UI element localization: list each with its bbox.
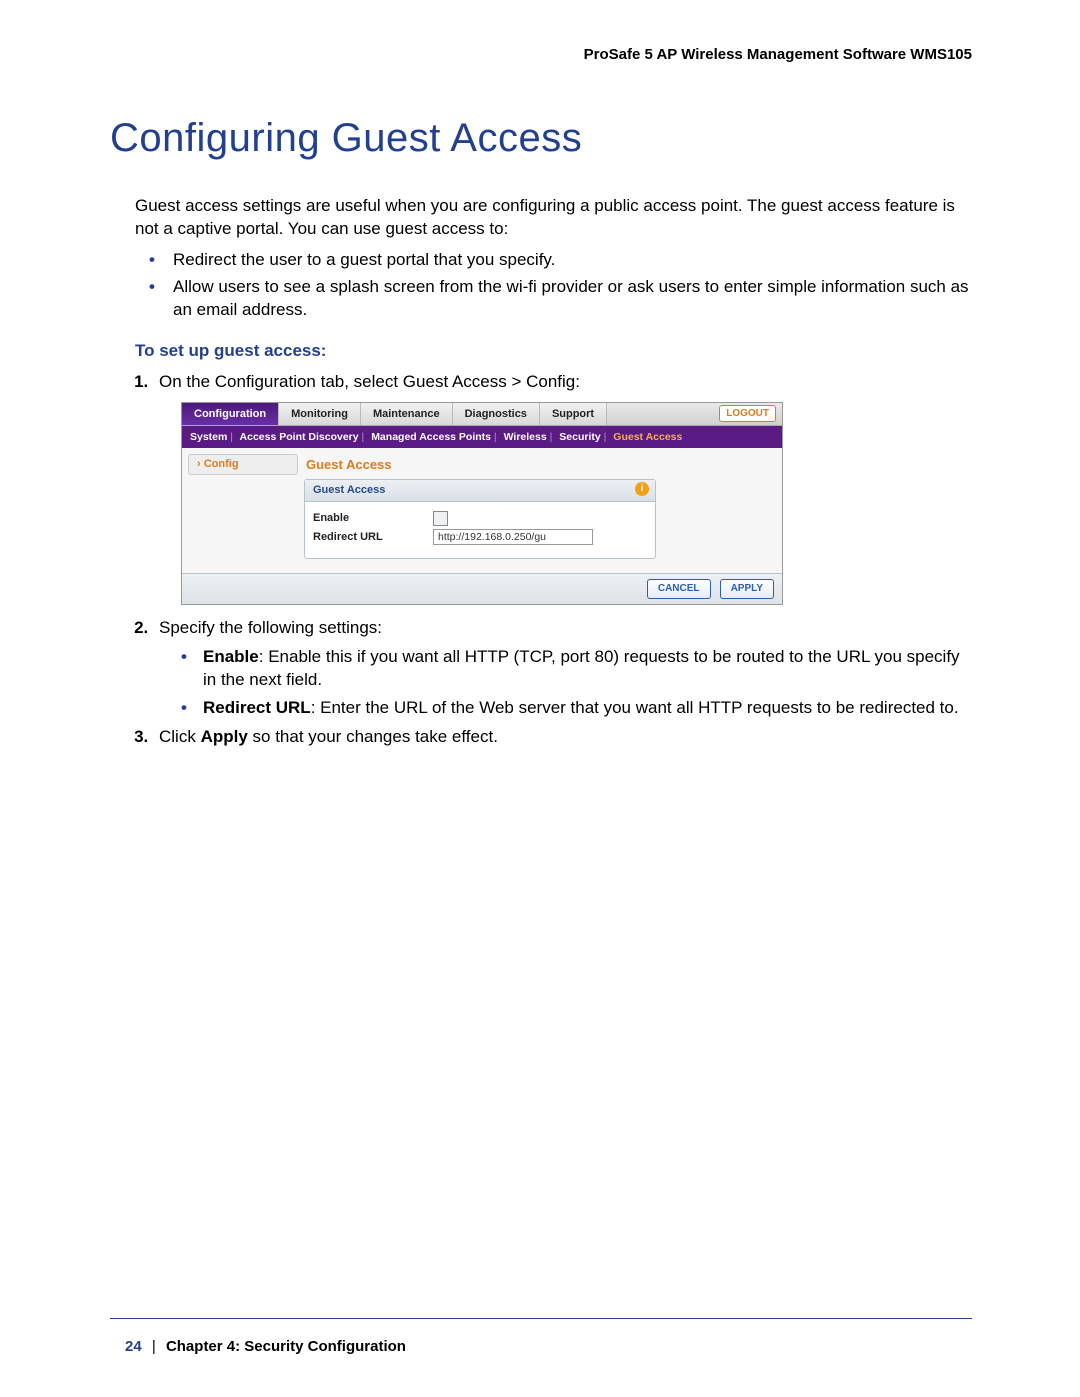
redirect-url-input[interactable]	[433, 529, 593, 545]
embedded-screenshot: Configuration Monitoring Maintenance Dia…	[181, 402, 783, 605]
apply-button[interactable]: APPLY	[720, 579, 774, 599]
enable-desc: : Enable this if you want all HTTP (TCP,…	[203, 647, 960, 689]
field-label-redirect: Redirect URL	[313, 530, 433, 545]
subtab-security[interactable]: Security	[559, 431, 606, 443]
step-3-pre: Click	[159, 727, 201, 746]
chapter-label: Chapter 4: Security Configuration	[166, 1338, 406, 1355]
top-tab-bar: Configuration Monitoring Maintenance Dia…	[182, 403, 782, 426]
step-2-sublist: Enable: Enable this if you want all HTTP…	[177, 646, 973, 721]
tab-maintenance[interactable]: Maintenance	[361, 403, 453, 425]
info-icon[interactable]: i	[635, 482, 649, 496]
box-body: Enable Redirect URL	[305, 502, 655, 558]
step-1: On the Configuration tab, select Guest A…	[153, 371, 973, 605]
subtab-ap-discovery[interactable]: Access Point Discovery	[240, 431, 365, 443]
step-1-text: On the Configuration tab, select Guest A…	[159, 372, 580, 391]
step-3-apply: Apply	[201, 727, 248, 746]
page-footer: 24 | Chapter 4: Security Configuration	[125, 1338, 406, 1355]
procedure-subhead: To set up guest access:	[135, 340, 973, 363]
footer-rule	[110, 1318, 972, 1319]
logout-button[interactable]: LOGOUT	[719, 405, 776, 423]
step-2-item-url: Redirect URL: Enter the URL of the Web s…	[197, 697, 973, 720]
step-3: Click Apply so that your changes take ef…	[153, 726, 973, 749]
intro-paragraph: Guest access settings are useful when yo…	[135, 195, 973, 241]
tab-monitoring[interactable]: Monitoring	[279, 403, 361, 425]
url-desc: : Enter the URL of the Web server that y…	[311, 698, 959, 717]
field-row-enable: Enable	[313, 511, 647, 526]
procedure-steps: On the Configuration tab, select Guest A…	[135, 371, 973, 750]
intro-bullet-list: Redirect the user to a guest portal that…	[135, 249, 973, 322]
step-2: Specify the following settings: Enable: …	[153, 617, 973, 721]
page-number: 24	[125, 1338, 142, 1355]
panel-title: Guest Access	[306, 456, 772, 474]
footer-separator: |	[152, 1338, 156, 1355]
box-header-label: Guest Access	[313, 484, 385, 496]
field-row-redirect: Redirect URL	[313, 529, 647, 545]
enable-checkbox[interactable]	[433, 511, 448, 526]
tab-diagnostics[interactable]: Diagnostics	[453, 403, 540, 425]
subtab-wireless[interactable]: Wireless	[504, 431, 553, 443]
subtab-managed-aps[interactable]: Managed Access Points	[371, 431, 496, 443]
sidebar-item-config[interactable]: Config	[188, 454, 298, 475]
subtab-guest-access[interactable]: Guest Access	[613, 431, 682, 443]
cancel-button[interactable]: CANCEL	[647, 579, 711, 599]
left-sidebar: Config	[182, 448, 304, 573]
box-header: Guest Access i	[305, 480, 655, 502]
tab-support[interactable]: Support	[540, 403, 607, 425]
sub-tab-bar: System Access Point Discovery Managed Ac…	[182, 426, 782, 448]
screenshot-footer-bar: CANCEL APPLY	[182, 573, 782, 604]
body-content: Guest access settings are useful when yo…	[135, 195, 973, 755]
url-term: Redirect URL	[203, 698, 311, 717]
enable-term: Enable	[203, 647, 259, 666]
subtab-system[interactable]: System	[190, 431, 233, 443]
guest-access-box: Guest Access i Enable Redirect	[304, 479, 656, 559]
field-label-enable: Enable	[313, 511, 433, 526]
step-2-lead: Specify the following settings:	[159, 618, 382, 637]
work-area: Config Guest Access Guest Access i	[182, 448, 782, 573]
content-panel: Guest Access Guest Access i Enable	[304, 448, 782, 573]
tab-configuration[interactable]: Configuration	[182, 403, 279, 425]
running-header: ProSafe 5 AP Wireless Management Softwar…	[584, 46, 972, 63]
intro-bullet: Redirect the user to a guest portal that…	[163, 249, 973, 272]
step-2-item-enable: Enable: Enable this if you want all HTTP…	[197, 646, 973, 692]
page-title: Configuring Guest Access	[110, 116, 582, 161]
intro-bullet: Allow users to see a splash screen from …	[163, 276, 973, 322]
step-3-post: so that your changes take effect.	[248, 727, 498, 746]
